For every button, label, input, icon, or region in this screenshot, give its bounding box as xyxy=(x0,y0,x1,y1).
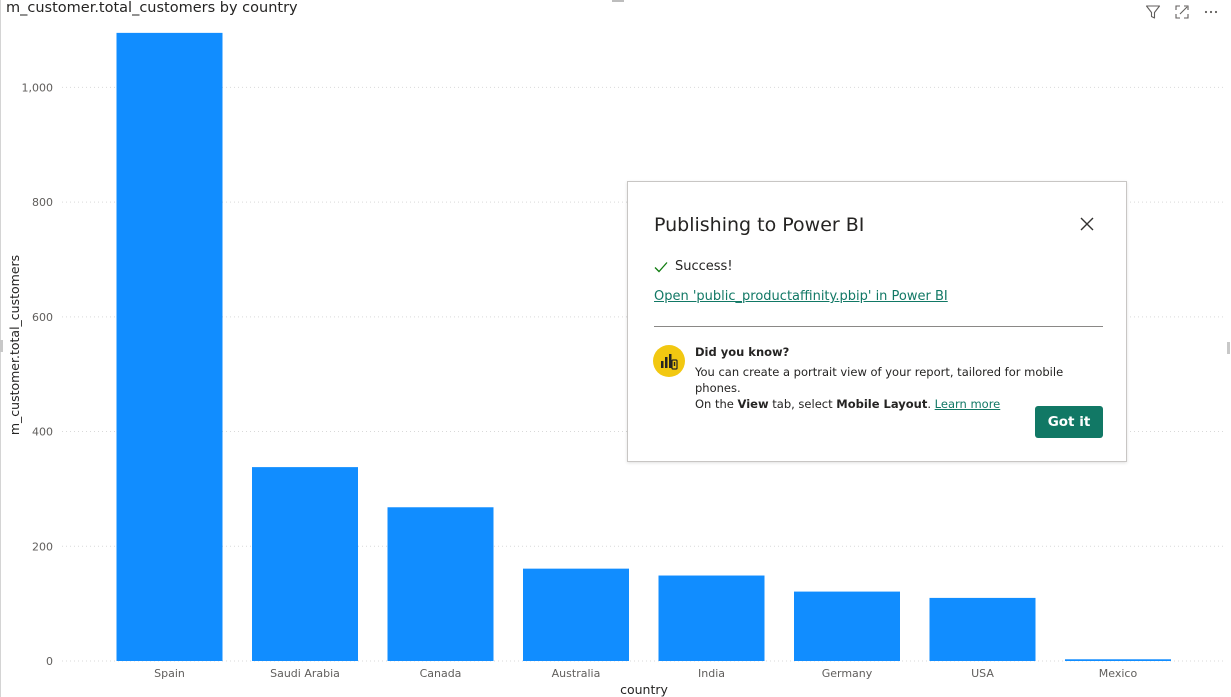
bar[interactable] xyxy=(252,467,358,661)
bar[interactable] xyxy=(116,32,223,662)
dialog-title: Publishing to Power BI xyxy=(654,214,865,236)
success-text: Success! xyxy=(675,259,733,274)
x-tick-label: Mexico xyxy=(1099,667,1138,680)
tip-line-2-c: . xyxy=(927,397,935,411)
bar[interactable] xyxy=(1065,659,1171,661)
x-axis-title: country xyxy=(620,682,668,697)
learn-more-link[interactable]: Learn more xyxy=(935,397,1001,411)
visual-header-icons xyxy=(1143,3,1221,21)
x-tick-label: Canada xyxy=(420,667,462,680)
tip-heading: Did you know? xyxy=(695,345,790,359)
checkmark-icon xyxy=(654,261,668,272)
bar[interactable] xyxy=(523,568,629,661)
dialog-divider xyxy=(654,326,1103,327)
tip-view-tab: View xyxy=(737,397,769,411)
publish-dialog: Publishing to Power BI Success! Open 'pu… xyxy=(627,181,1127,462)
y-tick-label: 800 xyxy=(32,196,53,209)
y-tick-label: 1,000 xyxy=(22,81,54,94)
visual-title: m_customer.total_customers by country xyxy=(6,0,298,16)
success-message: Success! xyxy=(654,259,733,274)
bar[interactable] xyxy=(387,507,494,661)
bar[interactable] xyxy=(658,575,765,661)
x-tick-label: Spain xyxy=(154,667,185,680)
open-in-power-bi-link[interactable]: Open 'public_productaffinity.pbip' in Po… xyxy=(654,289,948,304)
mobile-layout-tip-icon xyxy=(653,345,685,377)
x-tick-label: India xyxy=(698,667,725,680)
x-tick-label: USA xyxy=(971,667,994,680)
close-icon[interactable] xyxy=(1078,215,1096,233)
more-options-icon[interactable] xyxy=(1201,3,1221,21)
tip-line-1: You can create a portrait view of your r… xyxy=(695,365,1064,395)
tip-text: You can create a portrait view of your r… xyxy=(695,364,1095,412)
y-tick-label: 400 xyxy=(32,426,53,439)
x-tick-label: Germany xyxy=(822,667,873,680)
y-axis-title: m_customer.total_customers xyxy=(7,255,22,435)
x-tick-label: Australia xyxy=(552,667,601,680)
y-tick-label: 600 xyxy=(32,311,53,324)
y-tick-label: 0 xyxy=(46,655,53,668)
bar[interactable] xyxy=(929,597,1036,661)
got-it-button[interactable]: Got it xyxy=(1035,406,1103,438)
bar[interactable] xyxy=(794,591,900,661)
y-tick-label: 200 xyxy=(32,540,53,553)
filter-icon[interactable] xyxy=(1143,3,1163,21)
focus-mode-icon[interactable] xyxy=(1172,3,1192,21)
tip-mobile-layout: Mobile Layout xyxy=(836,397,928,411)
tip-line-2-a: On the xyxy=(695,397,738,411)
tip-line-2-b: tab, select xyxy=(768,397,837,411)
x-tick-label: Saudi Arabia xyxy=(270,667,340,680)
